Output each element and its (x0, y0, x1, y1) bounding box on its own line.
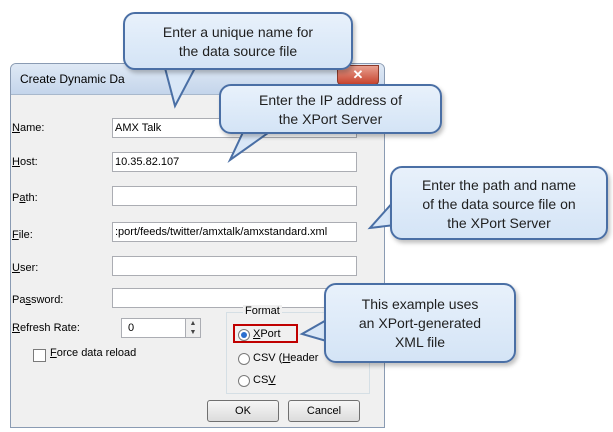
callout-name-tail (163, 67, 197, 109)
callout-path-line-3: the XPort Server (447, 215, 551, 231)
callout-path-line-1: Enter the path and name (421, 177, 577, 193)
callout-name-line-1: Enter a unique name for (162, 24, 314, 40)
callout-path: Enter the path and name of the data sour… (390, 166, 608, 240)
callout-ip: Enter the IP address of the XPort Server (219, 84, 442, 134)
callout-example-line-2: an XPort-generated (358, 315, 482, 331)
callout-ip-line-1: Enter the IP address of (259, 92, 402, 108)
callout-example-line-3: XML file (394, 334, 446, 350)
callout-example: This example uses an XPort-generated XML… (324, 283, 516, 363)
callout-path-line-2: of the data source file on (422, 196, 576, 212)
callout-name: Enter a unique name for the data source … (123, 12, 353, 70)
callout-ip-line-2: the XPort Server (278, 111, 383, 127)
callout-example-line-1: This example uses (361, 296, 479, 312)
callout-name-line-2: the data source file (178, 43, 298, 59)
